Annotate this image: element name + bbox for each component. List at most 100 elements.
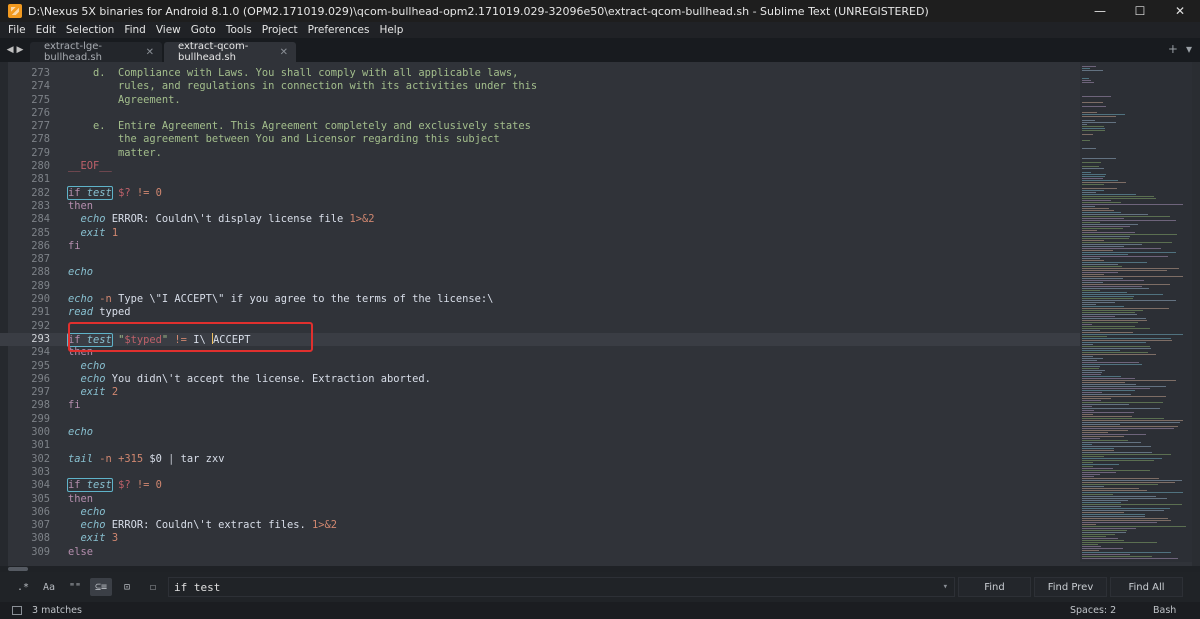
minimap[interactable]: [1080, 62, 1192, 562]
minimap-row: [1082, 306, 1124, 307]
code-line[interactable]: 275 Agreement.: [0, 94, 1080, 107]
code-line[interactable]: 274 rules, and regulations in connection…: [0, 80, 1080, 93]
code-line[interactable]: 273 d. Compliance with Laws. You shall c…: [0, 67, 1080, 80]
code-line[interactable]: 295 echo: [0, 360, 1080, 373]
menu-find[interactable]: Find: [118, 24, 150, 36]
menu-preferences[interactable]: Preferences: [302, 24, 374, 36]
menu-goto[interactable]: Goto: [185, 24, 220, 36]
whole-word-toggle[interactable]: "": [64, 578, 86, 596]
code-line[interactable]: 278 the agreement between You and Licens…: [0, 133, 1080, 146]
code-line[interactable]: 301: [0, 439, 1080, 452]
code-line[interactable]: 287: [0, 253, 1080, 266]
close-window-button[interactable]: ✕: [1160, 0, 1200, 22]
find-history-dropdown[interactable]: ▾: [943, 582, 948, 592]
minimap-row: [1082, 462, 1093, 463]
minimap-row: [1082, 524, 1096, 525]
code-line[interactable]: 305 then: [0, 493, 1080, 506]
new-tab-button[interactable]: +: [1168, 42, 1178, 56]
tab-next-icon[interactable]: ▶: [17, 45, 24, 55]
code-area[interactable]: 273 d. Compliance with Laws. You shall c…: [0, 67, 1080, 559]
tab-prev-icon[interactable]: ◀: [7, 45, 14, 55]
code-line[interactable]: 280 __EOF__: [0, 160, 1080, 173]
syntax-setting[interactable]: Bash: [1153, 605, 1176, 616]
code-line[interactable]: 309 else: [0, 546, 1080, 559]
minimap-row: [1082, 220, 1176, 221]
minimap-row: [1082, 292, 1127, 293]
menu-view[interactable]: View: [150, 24, 185, 36]
code-line[interactable]: 286 fi: [0, 240, 1080, 253]
tab-extract-lge-bullhead[interactable]: extract-lge-bullhead.sh ✕: [30, 41, 162, 63]
minimap-row: [1082, 374, 1101, 375]
code-line[interactable]: 277 e. Entire Agreement. This Agreement …: [0, 120, 1080, 133]
menu-help[interactable]: Help: [373, 24, 407, 36]
code-line[interactable]: 276: [0, 107, 1080, 120]
find-all-button[interactable]: Find All: [1110, 577, 1183, 597]
code-line[interactable]: 304 if test $? != 0: [0, 478, 1080, 493]
minimap-row: [1082, 80, 1091, 81]
vertical-scrollbar[interactable]: [1192, 62, 1200, 566]
minimap-row: [1082, 360, 1097, 361]
code-line[interactable]: 307 echo ERROR: Couldn\'t extract files.…: [0, 519, 1080, 532]
tab-list-dropdown[interactable]: ▾: [1186, 42, 1192, 56]
tab-extract-qcom-bullhead[interactable]: extract-qcom-bullhead.sh ✕: [164, 41, 296, 63]
code-line[interactable]: 290 echo -n Type \"I ACCEPT\" if you agre…: [0, 293, 1080, 306]
minimap-row: [1082, 242, 1172, 243]
code-line[interactable]: 288 echo: [0, 266, 1080, 279]
menu-project[interactable]: Project: [256, 24, 302, 36]
maximize-button[interactable]: ☐: [1120, 0, 1160, 22]
code-line[interactable]: 302 tail -n +315 $0 | tar zxv: [0, 453, 1080, 466]
minimap-row: [1082, 448, 1114, 449]
menu-edit[interactable]: Edit: [30, 24, 60, 36]
regex-toggle[interactable]: .*: [12, 578, 34, 596]
code-editor[interactable]: 273 d. Compliance with Laws. You shall c…: [0, 62, 1200, 566]
code-line[interactable]: 283 then: [0, 200, 1080, 213]
code-line[interactable]: 308 exit 3: [0, 532, 1080, 545]
line-number: 294: [31, 346, 50, 359]
menu-selection[interactable]: Selection: [60, 24, 118, 36]
minimap-row: [1082, 116, 1116, 117]
minimap-row: [1082, 346, 1150, 347]
minimap-row: [1082, 418, 1164, 419]
code-line[interactable]: 289: [0, 280, 1080, 293]
indentation-setting[interactable]: Spaces: 2: [1070, 605, 1116, 616]
tab-close-icon[interactable]: ✕: [280, 47, 288, 58]
minimap-row: [1082, 244, 1142, 245]
minimap-row: [1082, 534, 1115, 535]
menu-tools[interactable]: Tools: [220, 24, 256, 36]
minimize-button[interactable]: —: [1080, 0, 1120, 22]
minimap-row: [1082, 542, 1157, 543]
minimap-row: [1082, 276, 1183, 277]
panel-toggle-icon[interactable]: [12, 606, 22, 615]
line-number: 287: [31, 253, 50, 266]
menu-file[interactable]: File: [0, 24, 30, 36]
code-line[interactable]: 282 if test $? != 0: [0, 185, 1080, 200]
line-number: 309: [31, 545, 50, 558]
minimap-row: [1082, 410, 1094, 411]
highlight-matches-toggle[interactable]: ☐: [142, 578, 164, 596]
find-panel: .* Aa "" ⊆≡ ⊡ ☐ if test ▾ Find Find Prev…: [0, 572, 1200, 602]
code-line[interactable]: 285 exit 1: [0, 227, 1080, 240]
code-line[interactable]: 303: [0, 466, 1080, 479]
scrollbar-thumb[interactable]: [8, 567, 28, 571]
code-line[interactable]: 291 read typed: [0, 306, 1080, 319]
code-line[interactable]: 296 echo You didn\'t accept the license.…: [0, 373, 1080, 386]
find-prev-button[interactable]: Find Prev: [1034, 577, 1107, 597]
find-input[interactable]: if test ▾: [168, 577, 955, 597]
code-line[interactable]: 284 echo ERROR: Couldn\'t display licens…: [0, 213, 1080, 226]
case-sensitive-toggle[interactable]: Aa: [38, 578, 60, 596]
code-line[interactable]: 281: [0, 173, 1080, 186]
code-line[interactable]: 298 fi: [0, 399, 1080, 412]
code-line[interactable]: 306 echo: [0, 506, 1080, 519]
tab-close-icon[interactable]: ✕: [146, 47, 154, 58]
in-selection-toggle[interactable]: ⊡: [116, 578, 138, 596]
line-text: echo: [68, 266, 94, 279]
minimap-row: [1082, 338, 1171, 339]
code-line[interactable]: 297 exit 2: [0, 386, 1080, 399]
code-line[interactable]: 279 matter.: [0, 147, 1080, 160]
wrap-toggle[interactable]: ⊆≡: [90, 578, 112, 596]
find-button[interactable]: Find: [958, 577, 1031, 597]
code-line[interactable]: 299: [0, 413, 1080, 426]
code-line[interactable]: 300 echo: [0, 426, 1080, 439]
tab-navigation: ◀ ▶: [0, 38, 30, 62]
minimap-row: [1082, 362, 1139, 363]
